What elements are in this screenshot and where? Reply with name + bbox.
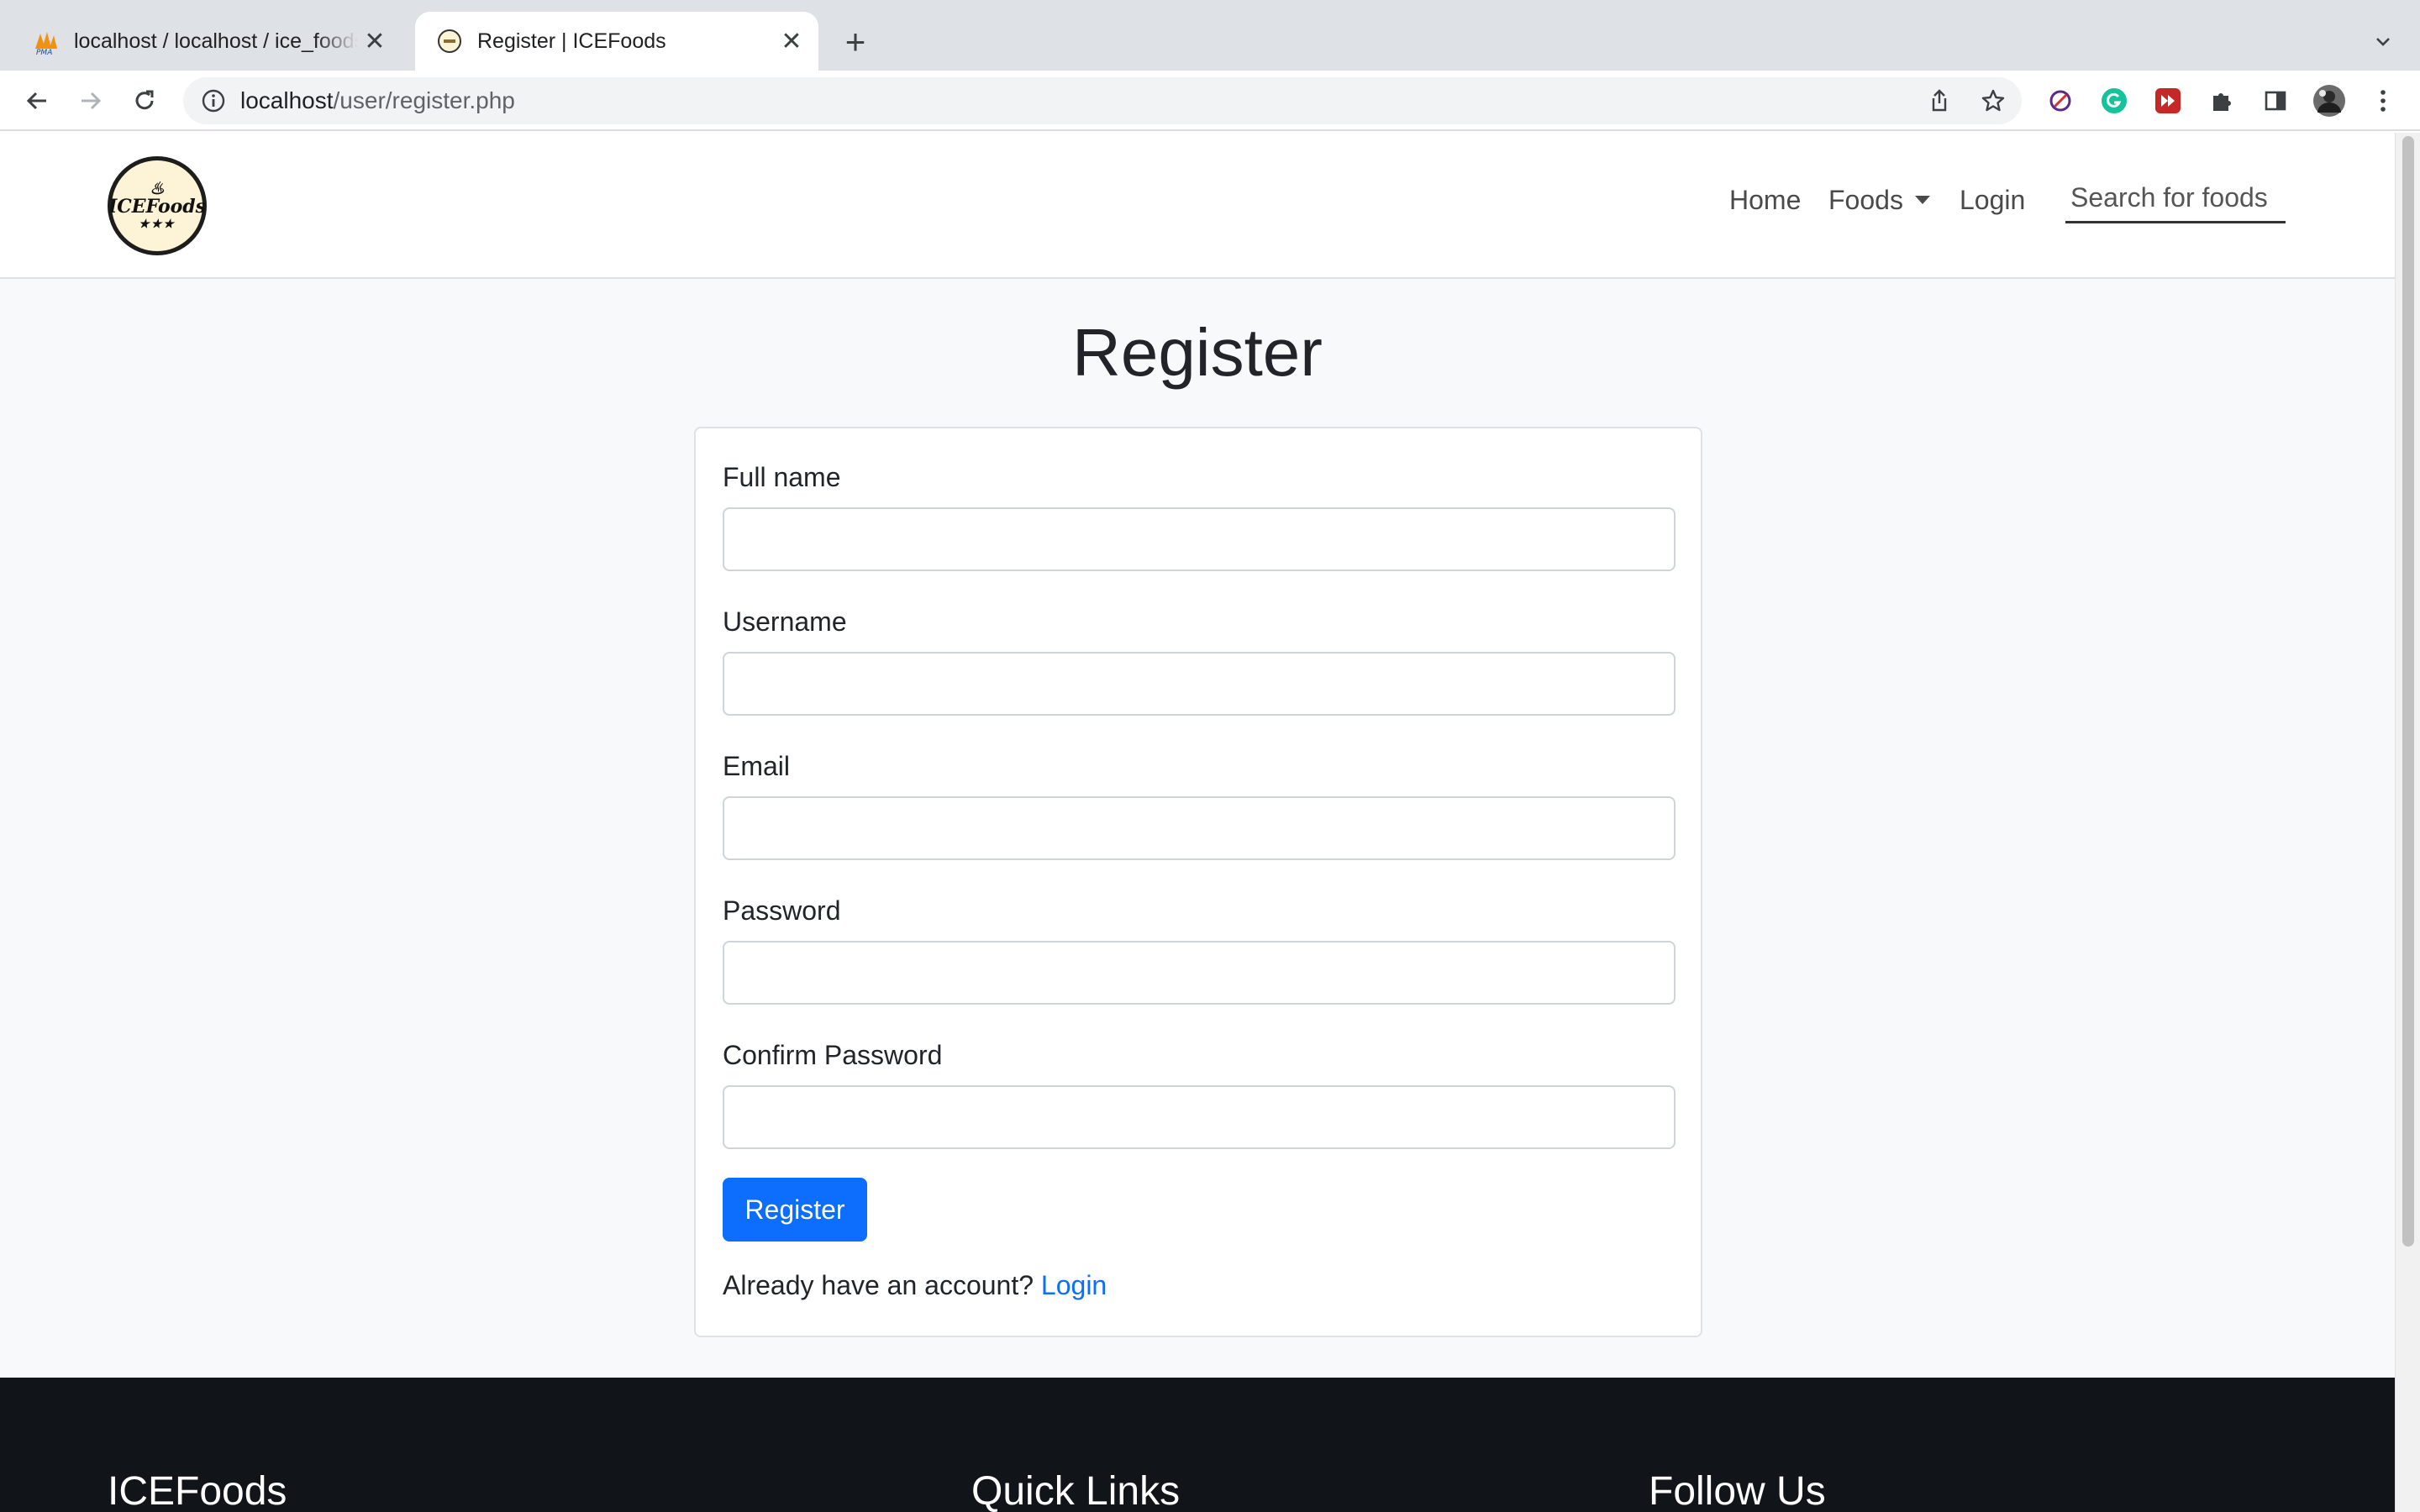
nav-foods-dropdown[interactable]: Foods <box>1828 185 1930 216</box>
browser-tab-phpmyadmin[interactable]: PMA localhost / localhost / ice_foods ✕ <box>17 12 402 71</box>
tab-title: Register | ICEFoods <box>477 29 666 53</box>
caret-down-icon <box>1914 195 1930 204</box>
site-navbar: ♨ ICEFoods ★★★ Home Foods Login <box>0 133 2395 279</box>
login-link[interactable]: Login <box>1041 1270 1107 1300</box>
svg-text:PMA: PMA <box>36 49 52 55</box>
footer-quick-links-heading: Quick Links <box>971 1469 1181 1512</box>
browser-tab-strip: PMA localhost / localhost / ice_foods ✕ … <box>0 0 2420 71</box>
close-tab-icon[interactable]: ✕ <box>775 24 808 58</box>
confirm-password-label: Confirm Password <box>723 1040 943 1070</box>
reload-icon[interactable] <box>124 81 165 121</box>
username-label: Username <box>723 606 847 637</box>
login-prompt: Already have an account? Login <box>723 1272 1107 1299</box>
email-input[interactable] <box>723 796 1676 860</box>
login-prompt-text: Already have an account? <box>723 1270 1034 1300</box>
browser-tab-register[interactable]: Register | ICEFoods ✕ <box>415 12 818 71</box>
chef-hat-icon: ♨ <box>150 178 165 198</box>
brand-logo-text: ICEFoods <box>108 196 207 218</box>
scrollbar-thumb[interactable] <box>2402 136 2414 1247</box>
bookmark-star-icon[interactable] <box>1973 81 2013 121</box>
stars-icon: ★★★ <box>139 218 176 231</box>
close-tab-icon[interactable]: ✕ <box>358 24 392 58</box>
site-info-icon[interactable] <box>198 86 229 116</box>
email-label: Email <box>723 751 791 781</box>
address-bar[interactable]: localhost/user/register.php <box>183 77 2022 124</box>
tab-search-chevron-icon[interactable] <box>2365 24 2402 60</box>
share-icon[interactable] <box>1919 81 1960 121</box>
back-arrow-icon[interactable] <box>17 81 57 121</box>
profile-avatar-icon[interactable] <box>2311 82 2348 119</box>
food-search-input[interactable] <box>2065 175 2286 223</box>
page-scrollbar[interactable] <box>2395 133 2420 1512</box>
video-speed-extension-icon[interactable] <box>2149 82 2186 119</box>
site-footer: ICEFoods Quick Links Follow Us <box>0 1378 2395 1512</box>
nav-home-link[interactable]: Home <box>1729 185 1801 216</box>
footer-brand-heading: ICEFoods <box>108 1469 287 1512</box>
extensions-puzzle-icon[interactable] <box>2203 82 2240 119</box>
footer-follow-heading: Follow Us <box>1649 1469 1826 1512</box>
side-panel-icon[interactable] <box>2257 82 2294 119</box>
password-label: Password <box>723 895 841 926</box>
new-tab-plus-icon[interactable]: + <box>835 22 876 62</box>
brand-logo[interactable]: ♨ ICEFoods ★★★ <box>108 156 207 255</box>
register-submit-button[interactable]: Register <box>723 1178 867 1242</box>
register-form-card: Full name Username Email Password Confir… <box>694 427 1702 1337</box>
forward-arrow-icon[interactable] <box>71 81 111 121</box>
fullname-input[interactable] <box>723 507 1676 571</box>
grammarly-icon[interactable] <box>2096 82 2133 119</box>
page-viewport: ♨ ICEFoods ★★★ Home Foods Login Register… <box>0 133 2395 1512</box>
nav-foods-label: Foods <box>1828 185 1903 215</box>
extension-blocker-icon[interactable] <box>2042 82 2079 119</box>
page-title: Register <box>1072 315 1323 390</box>
address-url: localhost/user/register.php <box>240 87 515 113</box>
password-input[interactable] <box>723 941 1676 1005</box>
icefoods-logo-icon <box>435 27 464 55</box>
browser-toolbar: localhost/user/register.php <box>0 71 2420 131</box>
tab-title: localhost / localhost / ice_foods <box>74 29 358 53</box>
nav-login-link[interactable]: Login <box>1960 185 2025 216</box>
username-input[interactable] <box>723 652 1676 716</box>
phpmyadmin-icon: PMA <box>32 27 60 55</box>
confirm-password-input[interactable] <box>723 1085 1676 1149</box>
fullname-label: Full name <box>723 462 841 492</box>
browser-menu-kebab-icon[interactable] <box>2365 82 2402 119</box>
